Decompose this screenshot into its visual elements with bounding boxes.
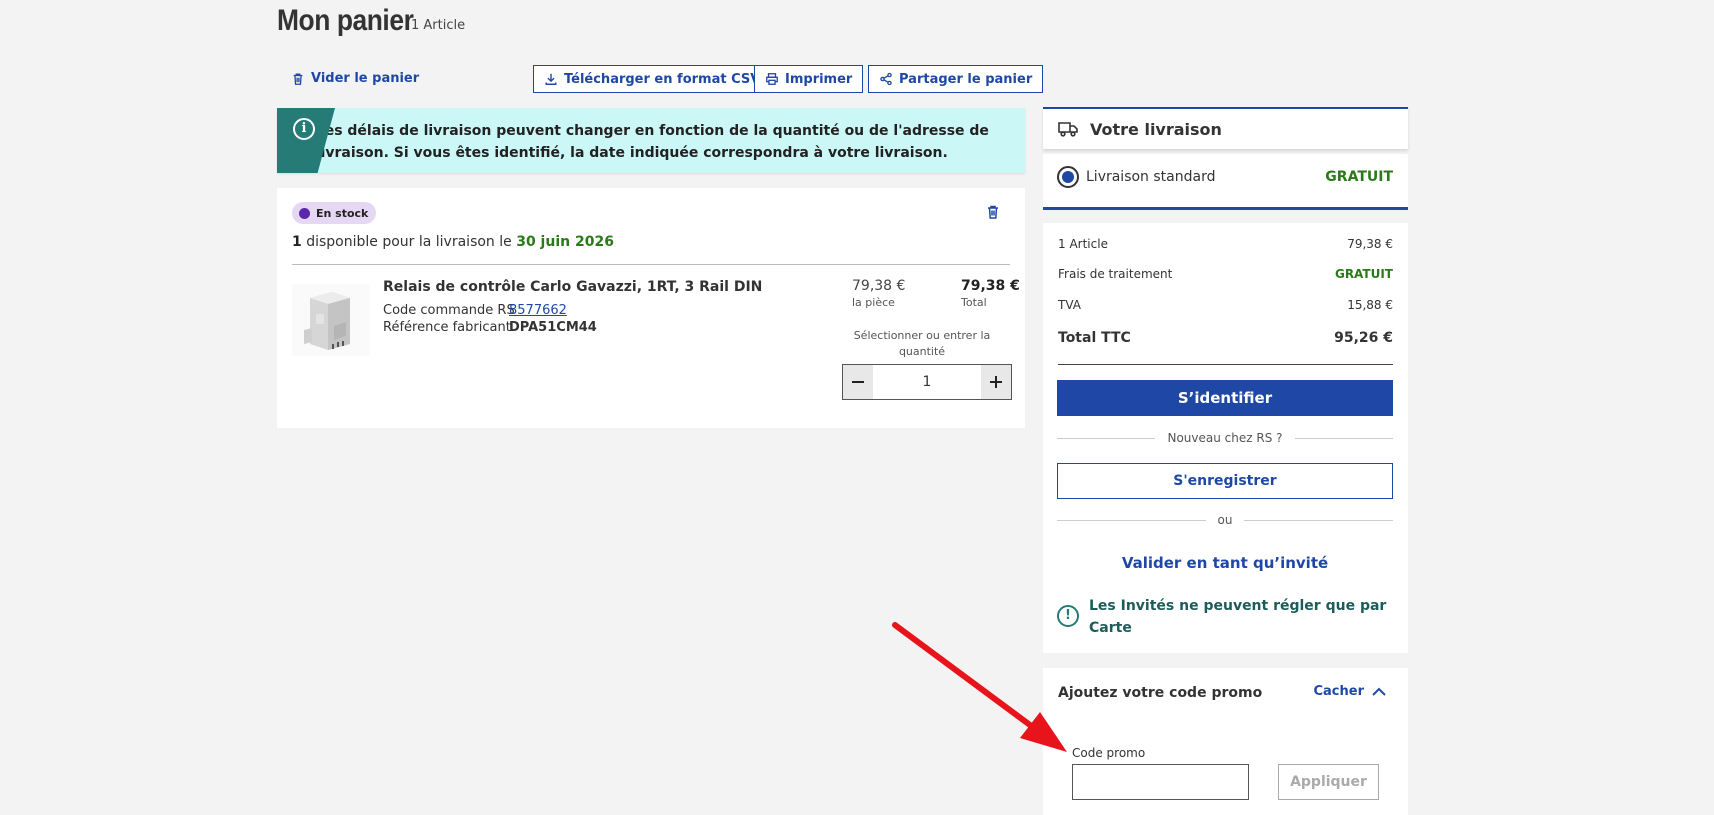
- page-title: Mon panier: [277, 4, 414, 37]
- guest-checkout-link[interactable]: Valider en tant qu’invité: [1057, 554, 1393, 572]
- share-icon: [880, 72, 892, 86]
- summary-divider: [1058, 364, 1393, 365]
- summary-items-label: 1 Article: [1058, 237, 1108, 251]
- availability-text: 1 disponible pour la livraison le 30 jui…: [292, 234, 614, 250]
- or-label: ou: [1217, 513, 1233, 527]
- decrease-quantity-button[interactable]: [843, 365, 873, 399]
- trash-icon: [293, 73, 303, 85]
- quantity-stepper: 1: [842, 364, 1012, 400]
- stock-badge-label: En stock: [316, 206, 369, 220]
- chevron-up-icon: [1372, 687, 1386, 696]
- trash-icon: [988, 205, 998, 219]
- empty-cart-label: Vider le panier: [311, 71, 420, 86]
- order-code-link[interactable]: 8577662: [509, 303, 567, 318]
- delivery-radio[interactable]: [1057, 166, 1079, 188]
- summary-total-label: Total TTC: [1058, 330, 1131, 346]
- available-qty: 1: [292, 234, 302, 250]
- mfr-ref-label: Référence fabricant: [383, 320, 511, 335]
- line-total: 79,38 € Total: [961, 278, 1020, 309]
- print-button[interactable]: Imprimer: [754, 65, 864, 93]
- download-csv-button[interactable]: Télécharger en format CSV: [533, 65, 772, 93]
- mfr-ref-row: Référence fabricant DPA51CM44: [383, 320, 597, 335]
- delivery-info-banner: i Les délais de livraison peuvent change…: [277, 108, 1025, 173]
- promo-field-label: Code promo: [1072, 746, 1146, 760]
- apply-promo-button[interactable]: Appliquer: [1278, 764, 1379, 800]
- login-button[interactable]: S’identifier: [1057, 380, 1393, 416]
- share-cart-button[interactable]: Partager le panier: [868, 65, 1044, 93]
- unit-price: 79,38 € la pièce: [852, 278, 905, 309]
- or-divider: ou: [1057, 513, 1394, 527]
- new-customer-divider: Nouveau chez RS ?: [1057, 431, 1393, 445]
- delivery-panel-header: Votre livraison: [1043, 107, 1408, 149]
- line-total-label: Total: [961, 296, 987, 309]
- order-code-row: Code commande RS 8577662: [383, 303, 567, 318]
- download-icon: [545, 73, 557, 85]
- stock-badge: En stock: [292, 202, 377, 224]
- summary-items-value: 79,38 €: [1347, 237, 1393, 251]
- info-icon: i: [293, 118, 315, 140]
- summary-handling-value: GRATUIT: [1334, 267, 1393, 281]
- divider: [292, 264, 1010, 265]
- guest-warning-text: Les Invités ne peuvent régler que par Ca…: [1089, 598, 1387, 636]
- minus-icon: [852, 381, 864, 383]
- delivery-option-label: Livraison standard: [1086, 169, 1216, 185]
- order-summary: 1 Article 79,38 € Frais de traitement GR…: [1043, 223, 1408, 653]
- delivery-option-standard[interactable]: Livraison standard GRATUIT: [1043, 154, 1408, 210]
- summary-row-items: 1 Article 79,38 €: [1058, 237, 1393, 251]
- promo-title: Ajoutez votre code promo: [1058, 685, 1263, 701]
- summary-total-value: 95,26 €: [1334, 330, 1393, 346]
- delivery-option-price: GRATUIT: [1325, 169, 1393, 185]
- hide-promo-label: Cacher: [1313, 684, 1364, 699]
- quantity-label: Sélectionner ou entrer la quantité: [853, 329, 991, 358]
- summary-handling-label: Frais de traitement: [1058, 267, 1173, 281]
- increase-quantity-button[interactable]: [981, 365, 1011, 399]
- hide-promo-button[interactable]: Cacher: [1313, 684, 1386, 699]
- mfr-ref-value: DPA51CM44: [509, 320, 597, 335]
- line-total-value: 79,38 €: [961, 278, 1020, 294]
- register-button[interactable]: S'enregistrer: [1057, 463, 1393, 499]
- info-banner-text: Les délais de livraison peuvent changer …: [315, 123, 989, 161]
- delivery-title: Votre livraison: [1090, 119, 1222, 139]
- availability-label: disponible pour la livraison le: [301, 234, 517, 250]
- promo-code-panel: Ajoutez votre code promo Cacher Code pro…: [1043, 668, 1408, 815]
- share-cart-label: Partager le panier: [899, 71, 1033, 87]
- remove-item-button[interactable]: [985, 204, 1001, 224]
- promo-code-input[interactable]: [1072, 764, 1249, 800]
- print-label: Imprimer: [785, 71, 853, 87]
- printer-icon: [766, 73, 778, 85]
- unit-price-value: 79,38 €: [852, 278, 906, 294]
- summary-vat-label: TVA: [1058, 298, 1081, 312]
- unit-price-label: la pièce: [852, 296, 895, 309]
- stock-dot-icon: [299, 207, 310, 219]
- cart-item-card: En stock 1 disponible pour la livraison …: [277, 188, 1025, 428]
- order-code-label: Code commande RS: [383, 303, 515, 318]
- item-count: 1 Article: [411, 18, 466, 33]
- summary-row-handling: Frais de traitement GRATUIT: [1058, 267, 1393, 281]
- summary-row-vat: TVA 15,88 €: [1058, 298, 1393, 312]
- product-name[interactable]: Relais de contrôle Carlo Gavazzi, 1RT, 3…: [383, 279, 762, 295]
- new-customer-label: Nouveau chez RS ?: [1167, 431, 1283, 445]
- download-csv-label: Télécharger en format CSV: [564, 71, 761, 87]
- summary-row-total: Total TTC 95,26 €: [1058, 330, 1393, 346]
- delivery-date: 30 juin 2026: [516, 234, 614, 250]
- summary-vat-value: 15,88 €: [1347, 298, 1393, 312]
- guest-warning: ! Les Invités ne peuvent régler que par …: [1057, 595, 1393, 639]
- truck-icon: [1058, 122, 1078, 137]
- alert-icon: !: [1057, 605, 1079, 627]
- empty-cart-button[interactable]: Vider le panier: [291, 71, 419, 86]
- product-image[interactable]: [292, 284, 370, 356]
- quantity-input[interactable]: 1: [873, 365, 981, 399]
- plus-icon: [990, 376, 1002, 388]
